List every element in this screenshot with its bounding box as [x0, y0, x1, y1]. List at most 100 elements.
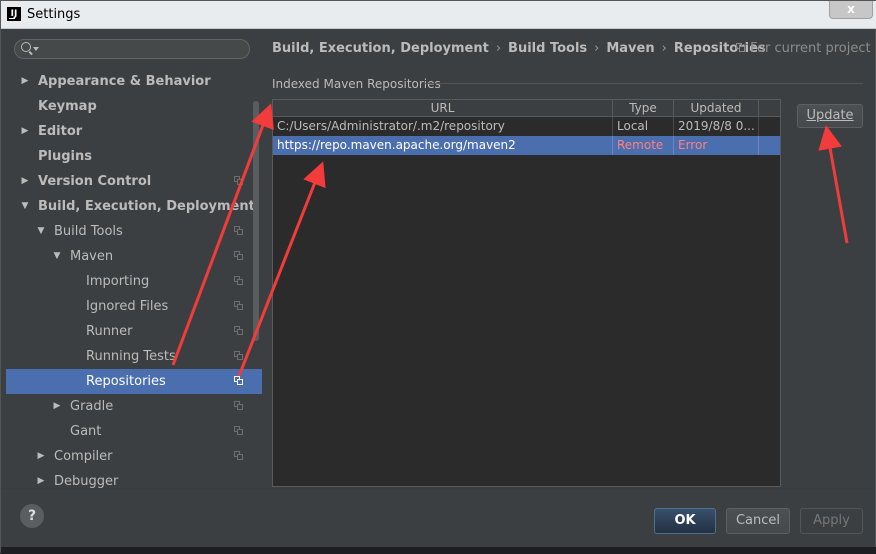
breadcrumb-item: Build, Execution, Deployment: [272, 41, 489, 56]
project-scope-icon: [234, 251, 243, 260]
cell-url: C:/Users/Administrator/.m2/repository: [273, 117, 613, 136]
expand-down-icon[interactable]: ▼: [52, 244, 62, 269]
project-scope-icon: [234, 326, 243, 335]
column-header-type[interactable]: Type: [613, 100, 674, 116]
tree-item-label: Repositories: [86, 374, 166, 389]
close-button[interactable]: x: [829, 1, 873, 19]
breadcrumb-item: Maven: [606, 41, 655, 56]
cell-type: Local: [613, 117, 674, 136]
tree-item-label: Version Control: [38, 174, 152, 189]
repositories-table[interactable]: URL Type Updated C:/Users/Administrator/…: [272, 99, 781, 487]
breadcrumb-separator: ›: [661, 41, 667, 56]
tree-item-label: Appearance & Behavior: [38, 74, 211, 89]
cancel-button[interactable]: Cancel: [726, 508, 790, 534]
scope-label: For current project: [750, 41, 871, 56]
tree-item-label: Running Tests: [86, 349, 176, 364]
settings-search-box[interactable]: [14, 39, 250, 59]
tree-item-label: Maven: [70, 249, 114, 264]
project-scope-icon: [234, 276, 243, 285]
tree-item[interactable]: ▶ Gradle: [6, 394, 262, 419]
tree-item[interactable]: ▼ Build, Execution, Deployment: [6, 194, 262, 219]
column-header-url[interactable]: URL: [273, 100, 613, 116]
table-row[interactable]: https://repo.maven.apache.org/maven2 Rem…: [273, 136, 780, 155]
window-title: Settings: [27, 7, 81, 22]
tree-item[interactable]: Runner: [6, 319, 262, 344]
expand-down-icon[interactable]: ▼: [20, 194, 30, 219]
project-scope-icon: [234, 176, 243, 185]
section-title: Indexed Maven Repositories: [272, 77, 441, 91]
tree-item-label: Build Tools: [54, 224, 123, 239]
tree-item-label: Keymap: [38, 99, 97, 114]
tree-item-label: Gradle: [70, 399, 114, 414]
expand-right-icon[interactable]: ▶: [20, 169, 30, 194]
project-scope-icon: [234, 451, 243, 460]
chevron-down-icon[interactable]: [33, 47, 39, 51]
cell-updated-error: Error: [674, 136, 759, 155]
ok-button[interactable]: OK: [654, 508, 716, 534]
apply-button[interactable]: Apply: [800, 508, 863, 534]
settings-search-input[interactable]: [41, 41, 245, 59]
expand-right-icon[interactable]: ▶: [52, 394, 62, 419]
search-icon: [21, 42, 31, 52]
project-scope-icon: [234, 301, 243, 310]
update-button[interactable]: Update: [797, 104, 863, 128]
tree-item[interactable]: Ignored Files: [6, 294, 262, 319]
project-scope-icon: [234, 426, 243, 435]
tree-item-label: Gant: [70, 424, 102, 439]
tree-item-label: Plugins: [38, 149, 92, 164]
breadcrumb-item: Build Tools: [508, 41, 588, 56]
tree-item-label: Compiler: [54, 449, 113, 464]
table-header: URL Type Updated: [273, 100, 780, 117]
expand-right-icon[interactable]: ▶: [36, 444, 46, 469]
tree-item[interactable]: ▼ Build Tools: [6, 219, 262, 244]
tree-item[interactable]: ▶ Compiler: [6, 444, 262, 469]
tree-item-label: Build, Execution, Deployment: [38, 199, 255, 214]
tree-item[interactable]: Running Tests: [6, 344, 262, 369]
footer-divider: [1, 488, 875, 489]
breadcrumb-separator: ›: [495, 41, 502, 56]
settings-window: IJ Settings x ▶ Appearance & Behavior Keym…: [0, 0, 876, 554]
tree-item-label: Editor: [38, 124, 83, 139]
update-button-label: Update: [806, 108, 854, 123]
tree-item[interactable]: ▶ Debugger: [6, 469, 262, 488]
expand-right-icon[interactable]: ▶: [20, 69, 30, 94]
expand-right-icon[interactable]: ▶: [20, 119, 30, 144]
breadcrumb: Build, Execution, Deployment › Build Tools…: [272, 41, 766, 56]
settings-sidebar: ▶ Appearance & Behavior Keymap ▶ Editor Plugi…: [6, 31, 262, 488]
section-divider: [425, 83, 863, 84]
project-scope-icon: [234, 351, 243, 360]
sidebar-scrollbar[interactable]: [253, 101, 259, 341]
cell-updated: 2019/8/8 0...: [674, 117, 759, 136]
tree-item-label: Importing: [86, 274, 150, 289]
tree-item[interactable]: ▼ Maven: [6, 244, 262, 269]
cell-type: Remote: [613, 136, 674, 155]
tree-item[interactable]: ▶ Editor: [6, 119, 262, 144]
column-header-updated[interactable]: Updated: [674, 100, 759, 116]
cell-filler: [759, 117, 780, 136]
tree-item[interactable]: Repositories: [6, 369, 262, 394]
column-header-filler: [759, 100, 780, 116]
tree-item[interactable]: ▶ Appearance & Behavior: [6, 69, 262, 94]
cell-url: https://repo.maven.apache.org/maven2: [273, 136, 613, 155]
expand-down-icon[interactable]: ▼: [36, 219, 46, 244]
title-bar: IJ Settings x: [1, 1, 876, 29]
project-scope-icon: [736, 43, 745, 52]
tree-item[interactable]: Keymap: [6, 94, 262, 119]
expand-right-icon[interactable]: ▶: [36, 469, 46, 488]
tree-item-label: Runner: [86, 324, 133, 339]
tree-item[interactable]: Gant: [6, 419, 262, 444]
breadcrumb-separator: ›: [594, 41, 600, 56]
settings-tree: ▶ Appearance & Behavior Keymap ▶ Editor Plugi…: [6, 69, 262, 488]
table-row[interactable]: C:/Users/Administrator/.m2/repository Lo…: [273, 117, 780, 136]
scope-indicator: For current project: [736, 41, 871, 56]
tree-item-label: Ignored Files: [86, 299, 169, 314]
project-scope-icon: [234, 376, 243, 385]
cell-filler: [759, 136, 780, 155]
tree-item[interactable]: Importing: [6, 269, 262, 294]
help-button[interactable]: ?: [20, 504, 44, 528]
tree-item-label: Debugger: [54, 474, 119, 488]
tree-item[interactable]: Plugins: [6, 144, 262, 169]
project-scope-icon: [234, 226, 243, 235]
project-scope-icon: [234, 401, 243, 410]
tree-item[interactable]: ▶ Version Control: [6, 169, 262, 194]
